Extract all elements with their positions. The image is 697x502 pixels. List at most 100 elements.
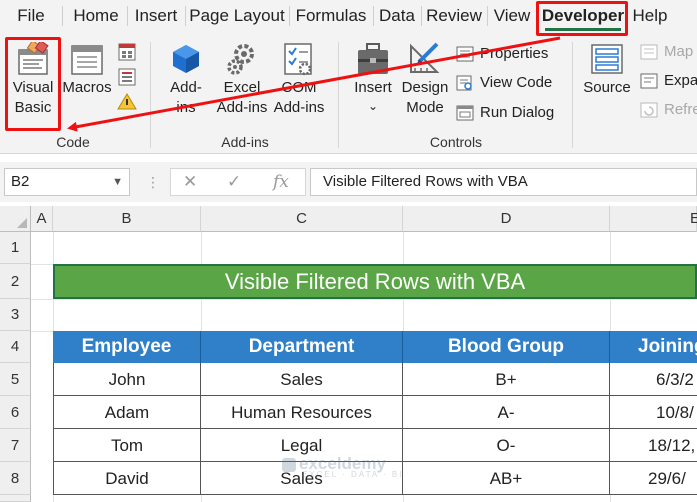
view-code-icon (456, 75, 472, 91)
code-group-label: Code (56, 134, 90, 150)
more-options-icon[interactable]: ⋮ (146, 174, 161, 191)
xml-source-icon (591, 44, 623, 74)
refresh-data-button[interactable]: Refre (640, 100, 697, 120)
table-cell[interactable]: A- (403, 396, 610, 429)
table-header-department[interactable]: Department (201, 331, 403, 363)
row-header-5[interactable]: 5 (0, 363, 31, 396)
table-cell[interactable]: Tom (53, 429, 201, 462)
addins-button[interactable]: Add- ins (162, 42, 210, 118)
chevron-down-icon[interactable]: ▼ (112, 169, 123, 195)
design-mode-button[interactable]: Design Mode (400, 42, 450, 118)
view-code-button[interactable]: View Code (456, 73, 552, 93)
row-header-2[interactable]: 2 (0, 264, 31, 299)
select-all-corner[interactable] (0, 206, 31, 232)
expansion-packs-icon (640, 73, 658, 89)
excel-addins-label-1: Excel (223, 79, 261, 96)
tab-file[interactable]: File (14, 5, 48, 27)
column-header-b[interactable]: B (53, 206, 201, 232)
table-cell[interactable]: Human Resources (201, 396, 403, 429)
tab-separator (373, 6, 374, 26)
tab-help[interactable]: Help (630, 5, 670, 27)
insert-function-icon[interactable]: fx (273, 172, 289, 192)
run-dialog-icon (456, 105, 474, 121)
row-header-1[interactable]: 1 (0, 232, 31, 264)
enter-icon[interactable]: ✓ (227, 172, 241, 192)
addins-label-2: ins (176, 99, 196, 116)
table-cell[interactable]: O- (403, 429, 610, 462)
tab-insert[interactable]: Insert (131, 5, 181, 27)
title-cell[interactable]: Visible Filtered Rows with VBA (53, 264, 697, 299)
ribbon-tab-bar: File Home Insert Page Layout Formulas Da… (0, 0, 697, 34)
expansion-packs-button[interactable]: Expan (640, 71, 697, 91)
group-separator (150, 42, 151, 148)
watermark: exceldemy EXCEL · DATA · BI (282, 454, 403, 479)
active-tab-underline (545, 28, 621, 31)
tab-formulas[interactable]: Formulas (293, 5, 369, 27)
com-addins-label-1: COM (281, 79, 317, 96)
table-header-blood-group[interactable]: Blood Group (403, 331, 610, 363)
row-header-4[interactable]: 4 (0, 331, 31, 363)
column-header-a[interactable]: A (31, 206, 53, 232)
row-header-6[interactable]: 6 (0, 396, 31, 429)
tab-view[interactable]: View (491, 5, 533, 27)
macros-button[interactable]: Macros (62, 42, 112, 98)
formula-buttons: ✕ ✓ fx (170, 168, 306, 196)
table-cell[interactable]: John (53, 363, 201, 396)
row-header-8[interactable]: 8 (0, 462, 31, 495)
run-dialog-label: Run Dialog (480, 104, 555, 121)
name-box[interactable]: B2 ▼ (4, 168, 130, 196)
tab-separator (421, 6, 422, 26)
column-header-d[interactable]: D (403, 206, 610, 232)
row-header-7[interactable]: 7 (0, 429, 31, 462)
code-small-icons[interactable] (116, 42, 138, 112)
properties-button[interactable]: Properties (456, 44, 548, 64)
macros-icon (71, 45, 103, 75)
table-cell[interactable]: 18/12, (610, 429, 697, 462)
tab-separator (185, 6, 186, 26)
column-header-c[interactable]: C (201, 206, 403, 232)
com-addins-button[interactable]: COM Add-ins (270, 42, 328, 118)
map-properties-button[interactable]: Map (640, 42, 693, 62)
tab-separator (487, 6, 488, 26)
table-header-employee[interactable]: Employee (53, 331, 201, 363)
visual-basic-label-2: Basic (14, 99, 52, 116)
formula-bar: B2 ▼ ⋮ ✕ ✓ fx Visible Filtered Rows with… (0, 162, 697, 202)
column-header-e[interactable]: E (610, 206, 697, 232)
tab-separator (127, 6, 128, 26)
source-button[interactable]: Source (582, 42, 632, 98)
design-mode-icon (410, 42, 440, 73)
tab-developer[interactable]: Developer (541, 5, 625, 27)
excel-addins-label-2: Add-ins (216, 99, 268, 116)
visual-basic-button[interactable]: Visual Basic (8, 42, 58, 118)
tab-separator (62, 6, 63, 26)
tab-separator (289, 6, 290, 26)
table-cell[interactable]: 29/6/ (610, 462, 697, 495)
table-cell[interactable]: 10/8/ (610, 396, 697, 429)
table-cell[interactable]: Adam (53, 396, 201, 429)
run-dialog-button[interactable]: Run Dialog (456, 103, 554, 123)
table-cell[interactable]: Sales (201, 363, 403, 396)
cancel-icon[interactable]: ✕ (183, 172, 197, 192)
tab-home[interactable]: Home (68, 5, 124, 27)
source-label: Source (583, 79, 631, 96)
row-header-9[interactable] (0, 495, 31, 502)
visual-basic-icon (18, 42, 49, 75)
macros-label: Macros (62, 79, 112, 96)
table-cell[interactable]: 6/3/2 (610, 363, 697, 396)
table-cell[interactable]: AB+ (403, 462, 610, 495)
group-separator (572, 42, 573, 148)
tab-page-layout[interactable]: Page Layout (189, 5, 285, 27)
insert-control-button[interactable]: Insert ⌄ (350, 42, 396, 114)
addins-cube-icon (173, 45, 199, 73)
name-box-value: B2 (11, 173, 30, 190)
visual-basic-label-1: Visual (12, 79, 54, 96)
table-cell[interactable]: B+ (403, 363, 610, 396)
tab-review[interactable]: Review (425, 5, 483, 27)
excel-addins-button[interactable]: Excel Add-ins (214, 42, 270, 118)
tab-data[interactable]: Data (377, 5, 417, 27)
row-header-3[interactable]: 3 (0, 299, 31, 331)
table-cell[interactable]: David (53, 462, 201, 495)
worksheet-grid: A B C D E 1 2 3 4 5 6 7 8 Visible Filter… (0, 206, 697, 502)
formula-input[interactable]: Visible Filtered Rows with VBA (310, 168, 697, 196)
table-header-joining[interactable]: Joining (610, 331, 697, 363)
